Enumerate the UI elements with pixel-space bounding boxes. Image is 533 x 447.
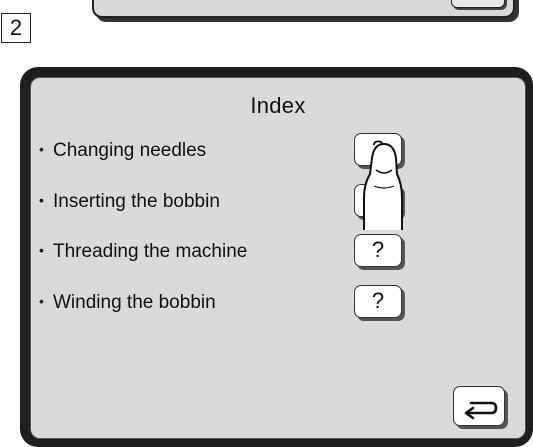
help-button-changing-needles[interactable]: ? xyxy=(354,133,402,166)
bullet-icon: • xyxy=(39,293,44,309)
bullet-icon: • xyxy=(39,242,44,258)
return-arrow-icon xyxy=(464,401,498,420)
item-label: Threading the machine xyxy=(53,241,248,262)
previous-screen-fragment xyxy=(92,0,515,18)
list-item: • Winding the bobbin xyxy=(39,292,216,314)
item-label: Winding the bobbin xyxy=(53,292,216,313)
previous-screen-button xyxy=(451,0,505,8)
help-button-threading-machine[interactable]: ? xyxy=(354,234,402,267)
help-button-inserting-bobbin[interactable] xyxy=(354,184,402,217)
item-label: Changing needles xyxy=(53,140,207,161)
item-label: Inserting the bobbin xyxy=(53,191,220,212)
bullet-icon: • xyxy=(39,141,44,157)
list-item: • Changing needles xyxy=(39,140,206,162)
lcd-frame: Index • Changing needles ? • Inserting the… xyxy=(20,67,533,447)
list-item: • Inserting the bobbin xyxy=(39,191,220,213)
index-screen: Index • Changing needles ? • Inserting the… xyxy=(30,77,526,439)
bullet-icon: • xyxy=(39,192,44,208)
step-number-box: 2 xyxy=(1,13,31,43)
page-title: Index xyxy=(250,93,306,118)
back-button[interactable] xyxy=(453,386,505,426)
help-button-winding-bobbin[interactable]: ? xyxy=(354,285,402,318)
list-item: • Threading the machine xyxy=(39,241,247,263)
